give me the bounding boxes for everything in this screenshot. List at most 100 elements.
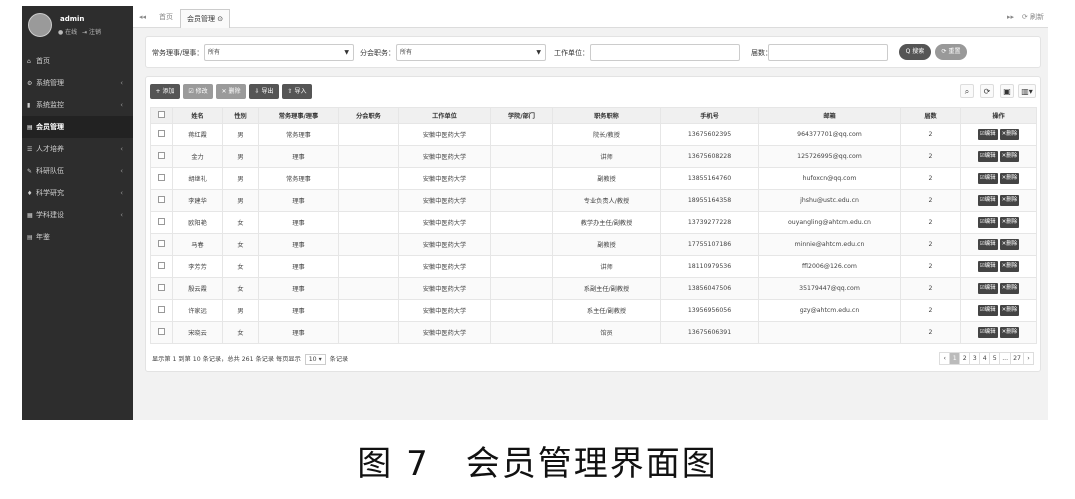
table-row[interactable]: 胡继礼男常务理事 安徽中医药大学 副教授 13855164760 hufoxcn@qq.… xyxy=(150,167,1037,190)
row-checkbox-cell[interactable] xyxy=(150,123,173,146)
row-edit-button[interactable]: ☑编辑 xyxy=(977,327,998,338)
column-header: 性别 xyxy=(222,107,259,124)
role-select[interactable]: 所有 ▼ xyxy=(204,44,354,61)
columns-icon[interactable]: ▥▾ xyxy=(1018,84,1036,98)
sidebar: admin ● 在线 ⇥ 注销 ⌂ 首页 ⚙ 系统管理 ‹ ▮ 系统监控 ‹ ▤ 会员管理 ☰ 人才培… xyxy=(22,6,133,420)
row-delete-button[interactable]: ✕删除 xyxy=(999,173,1020,184)
table-row[interactable]: 许家远男理事 安徽中医药大学 系主任/副教授 13956956056 gzy@ahtcm… xyxy=(150,299,1037,322)
row-checkbox[interactable] xyxy=(158,130,165,137)
table-cell: 女 xyxy=(222,211,259,234)
row-actions: ☑编辑 ✕删除 xyxy=(960,255,1037,278)
row-edit-button[interactable]: ☑编辑 xyxy=(977,173,998,184)
table-cell: 2 xyxy=(900,321,961,344)
row-checkbox[interactable] xyxy=(158,328,165,335)
row-delete-button[interactable]: ✕删除 xyxy=(999,151,1020,162)
sidebar-item-1[interactable]: ⚙ 系统管理 ‹ xyxy=(22,72,133,94)
row-edit-button[interactable]: ☑编辑 xyxy=(977,305,998,316)
row-delete-button[interactable]: ✕删除 xyxy=(999,261,1020,272)
row-delete-button[interactable]: ✕删除 xyxy=(999,239,1020,250)
row-checkbox-cell[interactable] xyxy=(150,321,173,344)
row-checkbox-cell[interactable] xyxy=(150,233,173,256)
row-checkbox-cell[interactable] xyxy=(150,255,173,278)
row-delete-button[interactable]: ✕删除 xyxy=(999,195,1020,206)
edit-button[interactable]: ☑ 修改 xyxy=(183,84,213,99)
table-row[interactable]: 李建华男理事 安徽中医药大学 专业负责人/教授 18955164358 jhshu@us… xyxy=(150,189,1037,212)
refresh-icon[interactable]: ⟳ xyxy=(980,84,994,98)
delete-button[interactable]: ✕ 删除 xyxy=(216,84,246,99)
row-edit-button[interactable]: ☑编辑 xyxy=(977,151,998,162)
row-edit-button[interactable]: ☑编辑 xyxy=(977,195,998,206)
table-row[interactable]: 马春女理事 安徽中医药大学 副教授 17755107186 minnie@ahtcm.e… xyxy=(150,233,1037,256)
row-checkbox[interactable] xyxy=(158,262,165,269)
row-edit-button[interactable]: ☑编辑 xyxy=(977,239,998,250)
logout-link[interactable]: ⇥ 注销 xyxy=(82,29,101,36)
row-edit-button[interactable]: ☑编辑 xyxy=(977,217,998,228)
row-checkbox-cell[interactable] xyxy=(150,211,173,234)
search-button[interactable]: Q 搜索 xyxy=(899,44,931,60)
tab-home[interactable]: 首页 xyxy=(159,6,173,28)
reset-button[interactable]: ⟳ 重置 xyxy=(935,44,967,60)
select-all-checkbox-cell[interactable] xyxy=(150,107,173,124)
sidebar-item-label: 学科建设 xyxy=(36,211,64,219)
table-cell: 宋晓云 xyxy=(172,321,223,344)
row-delete-button[interactable]: ✕删除 xyxy=(999,305,1020,316)
table-row[interactable]: 殷云霞女理事 安徽中医药大学 系副主任/副教授 13856047506 35179447… xyxy=(150,277,1037,300)
sidebar-item-7[interactable]: ▦ 学科建设 ‹ xyxy=(22,204,133,226)
branch-label: 分会职务： xyxy=(360,49,395,57)
row-delete-button[interactable]: ✕删除 xyxy=(999,217,1020,228)
row-checkbox[interactable] xyxy=(158,284,165,291)
table-cell: 男 xyxy=(222,123,259,146)
batch-input[interactable] xyxy=(768,44,888,61)
row-delete-button[interactable]: ✕删除 xyxy=(999,327,1020,338)
sidebar-item-5[interactable]: ✎ 科研队伍 ‹ xyxy=(22,160,133,182)
sidebar-item-6[interactable]: ♦ 科学研究 ‹ xyxy=(22,182,133,204)
sidebar-item-3[interactable]: ▤ 会员管理 xyxy=(22,116,133,138)
sidebar-item-label: 首页 xyxy=(36,57,50,65)
toggle-view-icon[interactable]: ▣ xyxy=(1000,84,1014,98)
page-button[interactable]: › xyxy=(1023,352,1034,365)
table-row[interactable]: 欧阳艳女理事 安徽中医药大学 教学办主任/副教授 13739277228 ouyangl… xyxy=(150,211,1037,234)
import-button[interactable]: ⇧ 导入 xyxy=(282,84,312,99)
tab-member-management[interactable]: 会员管理 ⊙ xyxy=(180,9,231,28)
page-size-select[interactable]: 10 ▾ xyxy=(304,354,326,365)
row-checkbox[interactable] xyxy=(158,152,165,159)
row-checkbox[interactable] xyxy=(158,196,165,203)
row-checkbox-cell[interactable] xyxy=(150,299,173,322)
branch-select[interactable]: 所有 ▼ xyxy=(396,44,546,61)
table-cell xyxy=(338,233,399,256)
column-header: 邮箱 xyxy=(758,107,901,124)
sidebar-item-0[interactable]: ⌂ 首页 xyxy=(22,50,133,72)
export-button[interactable]: ⇩ 导出 xyxy=(249,84,279,99)
row-checkbox[interactable] xyxy=(158,240,165,247)
sidebar-item-2[interactable]: ▮ 系统监控 ‹ xyxy=(22,94,133,116)
row-edit-button[interactable]: ☑编辑 xyxy=(977,261,998,272)
table-row[interactable]: 宋晓云女理事 安徽中医药大学 馆员 13675606391 2 ☑编辑 ✕删除 xyxy=(150,321,1037,344)
row-checkbox-cell[interactable] xyxy=(150,167,173,190)
row-delete-button[interactable]: ✕删除 xyxy=(999,283,1020,294)
work-unit-input[interactable] xyxy=(590,44,740,61)
row-checkbox-cell[interactable] xyxy=(150,189,173,212)
row-edit-button[interactable]: ☑编辑 xyxy=(977,129,998,140)
row-checkbox-cell[interactable] xyxy=(150,277,173,300)
table-cell: 13675608228 xyxy=(660,145,759,168)
row-edit-button[interactable]: ☑编辑 xyxy=(977,283,998,294)
avatar[interactable] xyxy=(28,13,52,37)
sidebar-item-8[interactable]: ▤ 年鉴 xyxy=(22,226,133,248)
table-row[interactable]: 蒋红霞男常务理事 安徽中医药大学 院长/教授 13675602395 964377701… xyxy=(150,123,1037,146)
row-checkbox[interactable] xyxy=(158,218,165,225)
table-row[interactable]: 李芳芳女理事 安徽中医药大学 讲师 18110979536 ffl2006@126.co… xyxy=(150,255,1037,278)
search-icon[interactable]: ⌕ xyxy=(960,84,974,98)
sidebar-item-4[interactable]: ☰ 人才培养 ‹ xyxy=(22,138,133,160)
row-delete-button[interactable]: ✕删除 xyxy=(999,129,1020,140)
tab-scroll-right-icon[interactable]: ▸▸ xyxy=(1007,6,1014,28)
table-cell: 理事 xyxy=(258,211,339,234)
select-all-checkbox[interactable] xyxy=(158,111,165,118)
row-checkbox-cell[interactable] xyxy=(150,145,173,168)
table-row[interactable]: 金力男理事 安徽中医药大学 讲师 13675608228 125726995@qq.co… xyxy=(150,145,1037,168)
row-checkbox[interactable] xyxy=(158,174,165,181)
add-button[interactable]: + 添加 xyxy=(150,84,180,99)
tab-scroll-left-icon[interactable]: ◂◂ xyxy=(139,6,146,28)
row-checkbox[interactable] xyxy=(158,306,165,313)
page-button[interactable]: 27 xyxy=(1010,352,1024,365)
refresh-button[interactable]: ⟳ 刷新 xyxy=(1022,6,1044,28)
